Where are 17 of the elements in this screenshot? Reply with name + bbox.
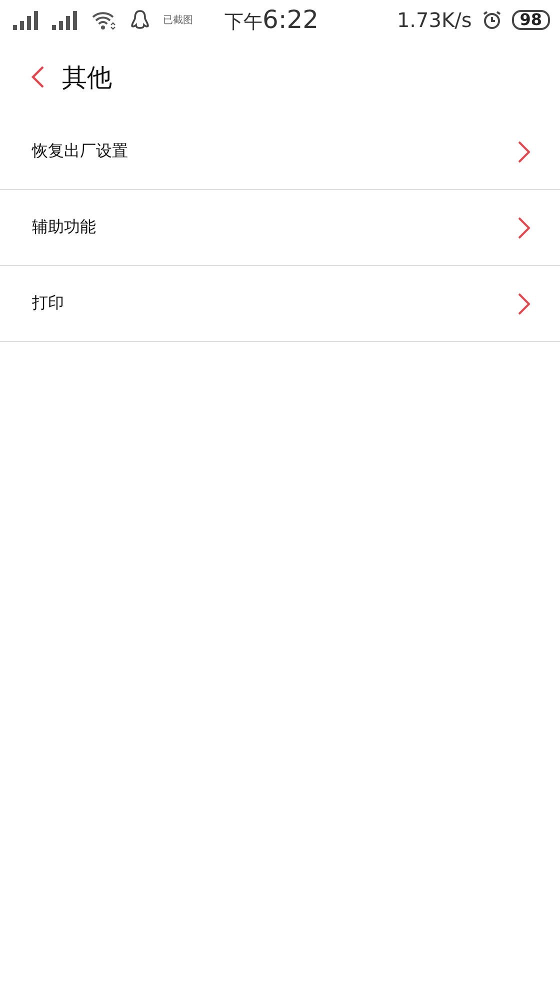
back-button[interactable] [30, 65, 46, 89]
wifi-icon [91, 10, 117, 30]
penguin-icon [130, 9, 150, 31]
chevron-right-icon [518, 292, 530, 314]
signal-icon [13, 10, 39, 30]
settings-item[interactable]: 打印 [0, 266, 560, 341]
battery-level: 98 [512, 10, 550, 30]
alarm-clock-icon [482, 10, 502, 30]
page-title: 其他 [62, 62, 112, 94]
settings-item[interactable]: 恢复出厂设置 [0, 114, 560, 189]
clock: 下午6:22 [224, 5, 319, 35]
chevron-right-icon [518, 216, 530, 238]
network-speed: 1.73K/s [396, 8, 472, 32]
screenshot-notification: 已截图 [163, 14, 193, 27]
settings-item[interactable]: 辅助功能 [0, 190, 560, 265]
signal-icon [52, 10, 78, 30]
chevron-right-icon [518, 140, 530, 162]
